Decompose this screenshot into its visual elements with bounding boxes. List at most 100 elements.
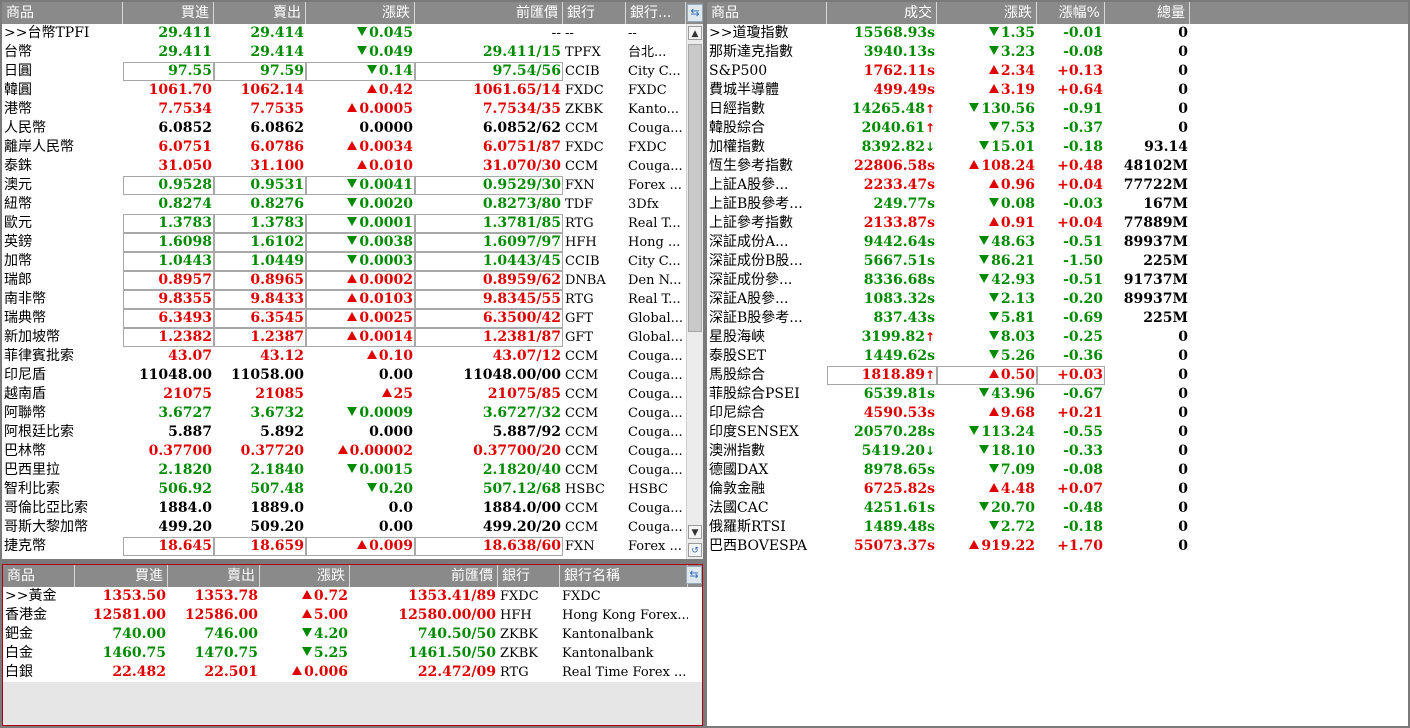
table-row[interactable]: 上証B股參考... 249.77s 0.08 -0.03 167M (707, 195, 1408, 214)
fx-col-header[interactable]: 商品 (2, 2, 123, 24)
table-row[interactable]: 人民幣 6.0852 6.0862 0.0000 6.0852/62 CCM Couga..… (2, 119, 703, 138)
fx-col-header[interactable]: 賣出 (214, 2, 306, 24)
bank-name: Forex ... (628, 178, 682, 193)
metals-col-header[interactable]: 賣出 (168, 565, 260, 587)
table-row[interactable]: 巴林幣 0.37700 0.37720 0.00002 0.37700/20 CCM Cou… (2, 442, 703, 461)
metals-col-header[interactable]: 前匯價 (350, 565, 498, 587)
table-row[interactable]: 哥斯大黎加幣 499.20 509.20 0.00 499.20/20 CCM Couga.… (2, 518, 703, 537)
table-row[interactable]: >>道瓊指數 15568.93s 1.35 -0.01 0 (707, 24, 1408, 43)
table-row[interactable]: 鈀金 740.00 746.00 4.20 740.50/50 ZKBK Kantonalb… (3, 625, 702, 644)
bank-code: CCM (565, 387, 599, 402)
table-row[interactable]: S&P500 1762.11s 2.34 +0.13 0 (707, 62, 1408, 81)
table-row[interactable]: 菲律賓批索 43.07 43.12 0.10 43.07/12 CCM Couga... (2, 347, 703, 366)
table-row[interactable]: 捷克幣 18.645 18.659 0.009 18.638/60 FXN Forex ..… (2, 537, 703, 556)
price-text: 20570.28s (854, 424, 935, 440)
table-row[interactable]: 瑞郎 0.8957 0.8965 0.0002 0.8959/62 DNBA Den N..… (2, 271, 703, 290)
metals-col-header[interactable]: 買進 (75, 565, 168, 587)
table-row[interactable]: 倫敦金融 6725.82s 4.48 +0.07 0 (707, 480, 1408, 499)
arrow-down-icon: ↓ (924, 140, 935, 154)
table-row[interactable]: 日圓 97.55 97.59 0.14 97.54/56 CCIB City C... (2, 62, 703, 81)
refresh-icon[interactable]: ↺ (688, 543, 702, 557)
table-row[interactable]: 韓圓 1061.70 1062.14 0.42 1061.65/14 FXDC FXDC (2, 81, 703, 100)
table-row[interactable]: 南非幣 9.8355 9.8433 0.0103 9.8345/55 RTG Real T.… (2, 290, 703, 309)
metals-col-header[interactable]: 銀行 (498, 565, 560, 587)
table-row[interactable]: 泰股SET 1449.62s 5.26 -0.36 0 (707, 347, 1408, 366)
table-row[interactable]: 印度SENSEX 20570.28s 113.24 -0.55 0 (707, 423, 1408, 442)
table-row[interactable]: 俄羅斯RTSI 1489.48s 2.72 -0.18 0 (707, 518, 1408, 537)
table-row[interactable]: 澳洲指數 5419.20↓ 18.10 -0.33 0 (707, 442, 1408, 461)
table-row[interactable]: 英鎊 1.6098 1.6102 0.0038 1.6097/97 HFH Hong ... (2, 233, 703, 252)
ask-price: 0.9531 (214, 176, 306, 195)
fx-col-header[interactable]: 買進 (123, 2, 214, 24)
table-row[interactable]: 深証成份A... 9442.64s 48.63 -0.51 89937M (707, 233, 1408, 252)
table-row[interactable]: 德國DAX 8978.65s 7.09 -0.08 0 (707, 461, 1408, 480)
table-row[interactable]: 上証參考指數 2133.87s 0.91 +0.04 77889M (707, 214, 1408, 233)
fx-col-header[interactable]: 銀行... (626, 2, 686, 24)
table-row[interactable]: 那斯達克指數 3940.13s 3.23 -0.08 0 (707, 43, 1408, 62)
table-row[interactable]: 深証B股參考... 837.43s 5.81 -0.69 225M (707, 309, 1408, 328)
index-col-header[interactable]: 總量 (1105, 2, 1190, 24)
change-percent: -0.25 (1063, 329, 1103, 345)
table-row[interactable]: 香港金 12581.00 12586.00 5.00 12580.00/00 HFH Hon… (3, 606, 702, 625)
table-row[interactable]: 深証成份B股... 5667.51s 86.21 -1.50 225M (707, 252, 1408, 271)
total-volume: 0 (1178, 481, 1188, 497)
table-row[interactable]: 泰銖 31.050 31.100 0.010 31.070/30 CCM Couga... (2, 157, 703, 176)
fx-col-header[interactable]: 前匯價 (415, 2, 563, 24)
table-row[interactable]: 白金 1460.75 1470.75 5.25 1461.50/50 ZKBK Kanton… (3, 644, 702, 663)
scroll-up-icon[interactable]: ▲ (688, 26, 702, 40)
table-row[interactable]: 加幣 1.0443 1.0449 0.0003 1.0443/45 CCIB City C.… (2, 252, 703, 271)
table-row[interactable]: >>台幣TPFI 29.411 29.414 0.045 -- -- -- (2, 24, 703, 43)
table-row[interactable]: 哥倫比亞比索 1884.0 1889.0 0.0 1884.0/00 CCM Couga..… (2, 499, 703, 518)
fx-col-header[interactable]: 銀行 (563, 2, 626, 24)
table-row[interactable]: 台幣 29.411 29.414 0.049 29.411/15 TPFX 台北... (2, 43, 703, 62)
table-row[interactable]: 法國CAC 4251.61s 20.70 -0.48 0 (707, 499, 1408, 518)
up-triangle-icon (357, 160, 368, 169)
index-col-header[interactable]: 成交 (827, 2, 937, 24)
table-row[interactable]: 恆生參考指數 22806.58s 108.24 +0.48 48102M (707, 157, 1408, 176)
table-row[interactable]: 巴西里拉 2.1820 2.1840 0.0015 2.1820/40 CCM Couga.… (2, 461, 703, 480)
index-name: 韓股綜合 (709, 120, 765, 136)
last-price: 15568.93s (827, 24, 937, 43)
table-row[interactable]: 歐元 1.3783 1.3783 0.0001 1.3781/85 RTG Real T..… (2, 214, 703, 233)
index-col-header[interactable]: 商品 (707, 2, 827, 24)
table-row[interactable]: 菲股綜合PSEI 6539.81s 43.96 -0.67 0 (707, 385, 1408, 404)
table-row[interactable]: 星股海峽 3199.82↑ 8.03 -0.25 0 (707, 328, 1408, 347)
table-row[interactable]: 巴西BOVESPA 55073.37s 919.22 +1.70 0 (707, 537, 1408, 556)
table-row[interactable]: 港幣 7.7534 7.7535 0.0005 7.7534/35 ZKBK Kanto..… (2, 100, 703, 119)
table-row[interactable]: 上証A股參... 2233.47s 0.96 +0.04 77722M (707, 176, 1408, 195)
scrollbar-thumb[interactable] (688, 44, 702, 332)
table-row[interactable]: 費城半導體 499.49s 3.19 +0.64 0 (707, 81, 1408, 100)
table-row[interactable]: 印尼綜合 4590.53s 9.68 +0.21 0 (707, 404, 1408, 423)
table-row[interactable]: 深証成份參... 8336.68s 42.93 -0.51 91737M (707, 271, 1408, 290)
table-row[interactable]: 白銀 22.482 22.501 0.006 22.472/09 RTG Real Time… (3, 663, 702, 682)
change-value: 43.96 (937, 385, 1037, 404)
metals-column-settings-icon[interactable]: ⇆ (686, 566, 702, 584)
fx-vertical-scrollbar[interactable]: ▲ ▼ ↺ (686, 24, 703, 559)
index-col-header[interactable]: 漲幅% (1037, 2, 1105, 24)
metals-col-header[interactable]: 商品 (3, 565, 75, 587)
fx-col-header[interactable]: 漲跌 (306, 2, 415, 24)
table-row[interactable]: 離岸人民幣 6.0751 6.0786 0.0034 6.0751/87 FXDC FXDC (2, 138, 703, 157)
table-row[interactable]: 韓股綜合 2040.61↑ 7.53 -0.37 0 (707, 119, 1408, 138)
table-row[interactable]: 加權指數 8392.82↓ 15.01 -0.18 93.14 (707, 138, 1408, 157)
index-name: 馬股綜合 (709, 367, 765, 383)
table-row[interactable]: 越南盾 21075 21085 25 21075/85 CCM Couga... (2, 385, 703, 404)
table-row[interactable]: >>黃金 1353.50 1353.78 0.72 1353.41/89 FXDC FXDC (3, 587, 702, 606)
metals-col-header[interactable]: 銀行名稱 (560, 565, 688, 587)
scroll-down-icon[interactable]: ▼ (688, 525, 702, 539)
table-row[interactable]: 阿根廷比索 5.887 5.892 0.000 5.887/92 CCM Couga... (2, 423, 703, 442)
table-row[interactable]: 智利比索 506.92 507.48 0.20 507.12/68 HSBC HSBC (2, 480, 703, 499)
table-row[interactable]: 日經指數 14265.48↑ 130.56 -0.91 0 (707, 100, 1408, 119)
metals-col-header[interactable]: 漲跌 (260, 565, 350, 587)
table-row[interactable]: 澳元 0.9528 0.9531 0.0041 0.9529/30 FXN Forex ..… (2, 176, 703, 195)
table-row[interactable]: 新加坡幣 1.2382 1.2387 0.0014 1.2381/87 GFT Global… (2, 328, 703, 347)
index-col-header[interactable]: 漲跌 (937, 2, 1037, 24)
table-row[interactable]: 瑞典幣 6.3493 6.3545 0.0025 6.3500/42 GFT Global.… (2, 309, 703, 328)
table-row[interactable]: 印尼盾 11048.00 11058.00 0.00 11048.00/00 CCM Cou… (2, 366, 703, 385)
table-row[interactable]: 紐幣 0.8274 0.8276 0.0020 0.8273/80 TDF 3Dfx (2, 195, 703, 214)
change-text: 0.72 (313, 588, 348, 604)
table-row[interactable]: 阿聯幣 3.6727 3.6732 0.0009 3.6727/32 CCM Couga..… (2, 404, 703, 423)
column-settings-icon[interactable]: ⇆ (687, 4, 703, 22)
table-row[interactable]: 馬股綜合 1818.89↑ 0.50 +0.03 0 (707, 366, 1408, 385)
table-row[interactable]: 深証A股參... 1083.32s 2.13 -0.20 89937M (707, 290, 1408, 309)
